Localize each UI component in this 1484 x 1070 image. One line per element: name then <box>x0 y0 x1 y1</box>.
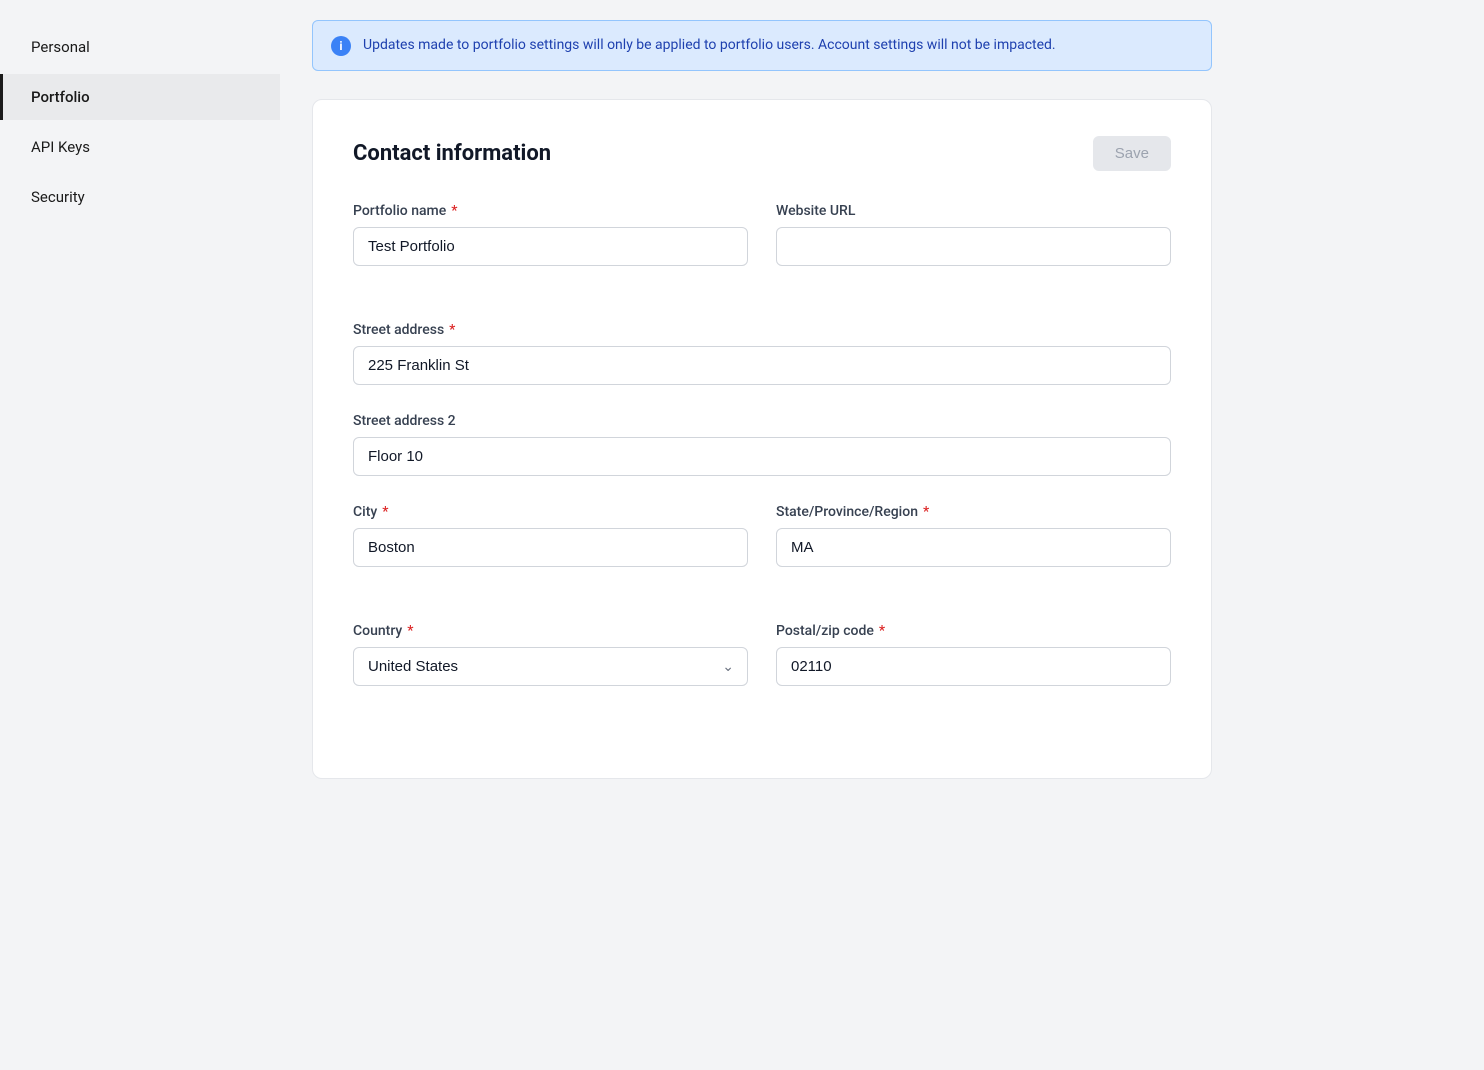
required-star: * <box>879 623 885 639</box>
sidebar-item-portfolio[interactable]: Portfolio <box>0 74 280 120</box>
website-url-label: Website URL <box>776 203 1171 219</box>
city-input[interactable] <box>353 528 748 567</box>
website-url-group: Website URL <box>776 203 1171 266</box>
street-address-label: Street address * <box>353 322 1171 338</box>
info-icon: i <box>331 36 351 56</box>
postal-input[interactable] <box>776 647 1171 686</box>
form-row-city-state: City * State/Province/Region * <box>353 504 1171 595</box>
required-star: * <box>382 504 388 520</box>
required-star: * <box>451 203 457 219</box>
info-banner-text: Updates made to portfolio settings will … <box>363 35 1056 56</box>
required-star: * <box>449 322 455 338</box>
sidebar-item-label: Portfolio <box>31 88 90 106</box>
save-button[interactable]: Save <box>1093 136 1171 171</box>
website-url-input[interactable] <box>776 227 1171 266</box>
state-label: State/Province/Region * <box>776 504 1171 520</box>
sidebar-item-label: Security <box>31 188 85 206</box>
street-address2-input[interactable] <box>353 437 1171 476</box>
state-input[interactable] <box>776 528 1171 567</box>
form-row-country-postal: Country * United States Canada United Ki… <box>353 623 1171 714</box>
country-select[interactable]: United States Canada United Kingdom <box>353 647 748 686</box>
contact-information-card: Contact information Save Portfolio name … <box>312 99 1212 779</box>
city-group: City * <box>353 504 748 567</box>
sidebar-item-api-keys[interactable]: API Keys <box>0 124 280 170</box>
portfolio-name-input[interactable] <box>353 227 748 266</box>
city-label: City * <box>353 504 748 520</box>
required-star: * <box>407 623 413 639</box>
state-group: State/Province/Region * <box>776 504 1171 567</box>
street-address2-group: Street address 2 <box>353 413 1171 476</box>
sidebar: Personal Portfolio API Keys Security <box>0 0 280 1070</box>
street-address-input[interactable] <box>353 346 1171 385</box>
info-banner: i Updates made to portfolio settings wil… <box>312 20 1212 71</box>
country-label: Country * <box>353 623 748 639</box>
street-address2-label: Street address 2 <box>353 413 1171 429</box>
form-row-1: Portfolio name * Website URL <box>353 203 1171 294</box>
portfolio-name-label: Portfolio name * <box>353 203 748 219</box>
card-title: Contact information <box>353 141 551 166</box>
country-select-wrapper: United States Canada United Kingdom ⌄ <box>353 647 748 686</box>
sidebar-item-label: Personal <box>31 38 90 56</box>
country-group: Country * United States Canada United Ki… <box>353 623 748 686</box>
sidebar-item-label: API Keys <box>31 138 90 156</box>
sidebar-item-security[interactable]: Security <box>0 174 280 220</box>
postal-group: Postal/zip code * <box>776 623 1171 686</box>
card-header: Contact information Save <box>353 136 1171 171</box>
main-content: i Updates made to portfolio settings wil… <box>280 0 1484 1070</box>
street-address-group: Street address * <box>353 322 1171 385</box>
required-star: * <box>923 504 929 520</box>
portfolio-name-group: Portfolio name * <box>353 203 748 266</box>
postal-label: Postal/zip code * <box>776 623 1171 639</box>
sidebar-item-personal[interactable]: Personal <box>0 24 280 70</box>
